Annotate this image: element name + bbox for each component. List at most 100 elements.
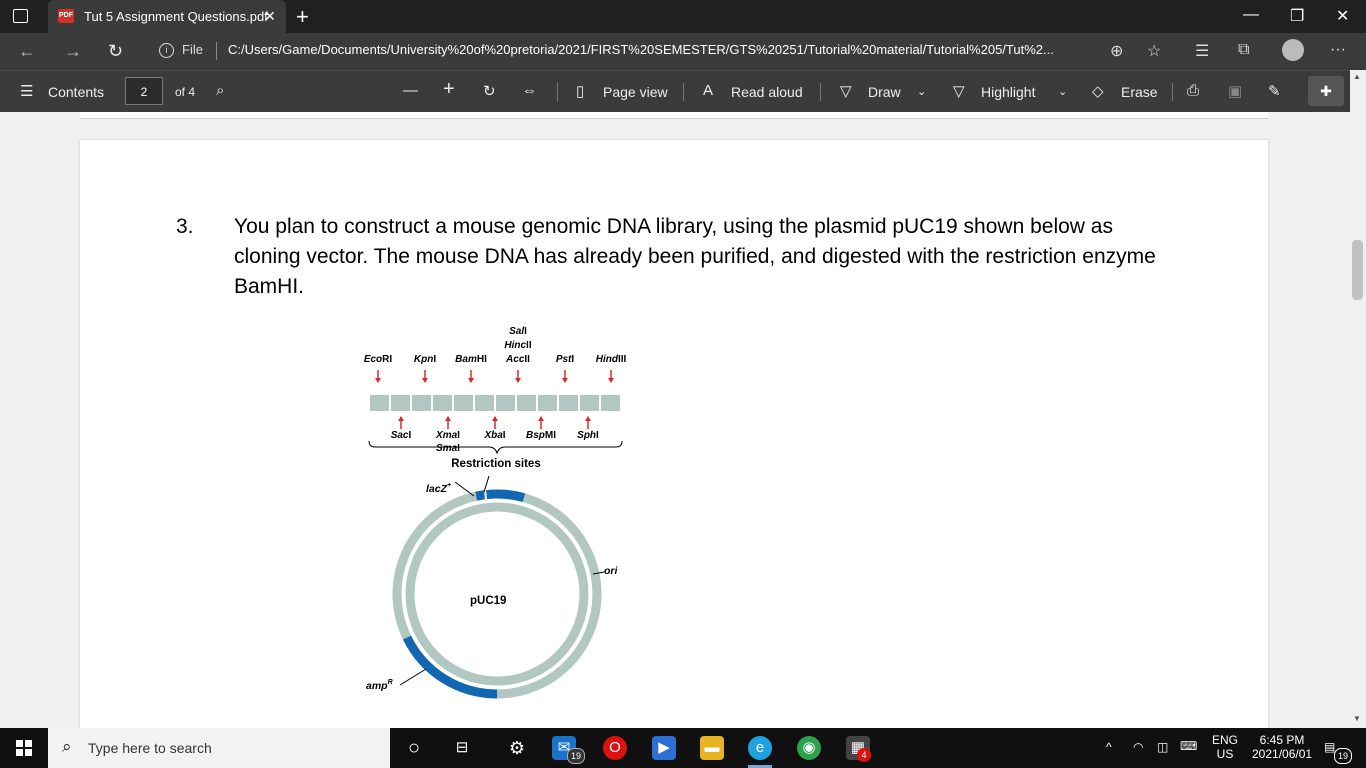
draw-icon[interactable]: ▽ [840, 82, 852, 100]
restriction-sites-label: Restriction sites [451, 458, 540, 470]
mcs-segment [517, 395, 536, 411]
media-player-icon[interactable]: ▶ [652, 736, 676, 760]
amp-leader-line [399, 668, 427, 686]
lacz-leader-line [483, 475, 490, 493]
site-arrow-top-head [608, 378, 614, 383]
contents-button[interactable]: Contents [48, 84, 104, 100]
rotate-icon[interactable]: ↻ [483, 82, 496, 100]
cortana-icon[interactable]: ○ [402, 736, 426, 760]
page-view-button[interactable]: Page view [603, 84, 668, 100]
erase-button[interactable]: Erase [1121, 84, 1158, 100]
site-label-top: BamHI [455, 354, 487, 365]
favorites-icon[interactable]: ☰ [1195, 41, 1209, 61]
mcs-segment [370, 395, 389, 411]
back-icon[interactable]: ← [18, 41, 36, 62]
highlight-icon[interactable]: ▽ [953, 82, 965, 100]
fit-width-icon[interactable]: ⇔ [522, 82, 537, 99]
taskbar-search-box[interactable]: ⌕ Type here to search [48, 728, 390, 768]
restore-icon[interactable]: ❐ [1290, 6, 1304, 26]
url-scheme-label: File [182, 42, 203, 57]
wifi-icon[interactable]: ◠ [1133, 740, 1143, 754]
scroll-up-icon[interactable]: ▲ [1353, 72, 1361, 81]
toolbar-separator [557, 83, 558, 101]
windows-start-icon[interactable] [16, 740, 32, 756]
site-label-top: KpnI [414, 354, 436, 365]
settings-gear-icon[interactable]: ⚙ [505, 736, 529, 760]
site-arrow-bottom-head [538, 416, 544, 421]
save-as-icon[interactable]: ✎ [1268, 82, 1281, 100]
url-separator [216, 42, 217, 60]
tab-close-icon[interactable]: ✕ [264, 8, 276, 25]
erase-icon[interactable]: ◇ [1092, 82, 1104, 100]
file-explorer-icon[interactable]: ▬ [700, 736, 724, 760]
pdf-viewer: 3. You plan to construct a mouse genomic… [0, 112, 1350, 728]
save-icon[interactable]: ▣ [1228, 82, 1242, 100]
page-view-icon[interactable]: ▯ [576, 82, 584, 100]
clock[interactable]: 6:45 PM 2021/06/01 [1252, 733, 1312, 761]
pdf-file-icon: PDF [58, 9, 74, 23]
search-doc-icon[interactable]: ⌕ [216, 82, 224, 99]
lacz-plus-leader-line [454, 481, 475, 497]
site-label-bottom: BspMI [526, 430, 556, 441]
search-icon: ⌕ [62, 737, 72, 756]
pdf-page: 3. You plan to construct a mouse genomic… [80, 140, 1268, 728]
more-icon[interactable]: ··· [1330, 41, 1346, 59]
previous-page [80, 112, 1268, 119]
scrollbar-thumb[interactable] [1352, 240, 1363, 300]
window-close-icon[interactable]: ✕ [1336, 6, 1349, 26]
highlight-chevron-down-icon[interactable]: ⌄ [1058, 85, 1067, 98]
tray-chevron-up-icon[interactable]: ^ [1106, 740, 1112, 754]
url-text[interactable]: C:/Users/Game/Documents/University%20of%… [228, 42, 1054, 57]
mail-badge: 19 [567, 748, 585, 764]
info-icon[interactable]: i [159, 43, 174, 58]
mcs-segment [580, 395, 599, 411]
read-aloud-icon[interactable]: A [703, 82, 713, 99]
tab-title: Tut 5 Assignment Questions.pdf [84, 9, 268, 24]
zoom-icon[interactable]: ⊕ [1110, 41, 1123, 61]
mcs-segment [433, 395, 452, 411]
forward-icon[interactable]: → [64, 41, 82, 62]
mcs-segment [538, 395, 557, 411]
vertical-scrollbar[interactable]: ▲ ▼ [1350, 70, 1366, 728]
speaker-icon[interactable]: ◫ [1157, 740, 1168, 754]
app-badge: 4 [857, 748, 871, 762]
ori-label: ori [604, 565, 619, 577]
site-arrow-bottom-head [445, 416, 451, 421]
minimize-icon[interactable]: — [1243, 6, 1259, 24]
site-arrow-top-head [562, 378, 568, 383]
chrome-icon[interactable]: ◉ [797, 736, 821, 760]
site-arrow-bottom-head [585, 416, 591, 421]
mcs-segment [475, 395, 494, 411]
mcs-segment [454, 395, 473, 411]
contents-icon[interactable]: ☰ [20, 82, 33, 100]
print-icon[interactable]: ⎙ [1187, 82, 1199, 99]
favorite-add-icon[interactable]: ☆ [1147, 41, 1161, 61]
new-tab-icon[interactable]: + [296, 4, 309, 30]
tab-actions-icon[interactable] [13, 9, 28, 23]
refresh-icon[interactable]: ↻ [108, 41, 123, 62]
page-number-input[interactable]: 2 [125, 77, 163, 105]
windows-taskbar: ⌕ Type here to search ○ ⊟ ⚙ ✉ 19 O ▶ ▬ e… [0, 728, 1366, 768]
mcs-segment [391, 395, 410, 411]
toolbar-separator [683, 83, 684, 101]
task-view-icon[interactable]: ⊟ [450, 736, 474, 760]
draw-button[interactable]: Draw [868, 84, 901, 100]
zoom-out-icon[interactable]: — [403, 82, 418, 99]
draw-chevron-down-icon[interactable]: ⌄ [917, 85, 926, 98]
highlight-button[interactable]: Highlight [981, 84, 1035, 100]
tab-active[interactable]: PDF Tut 5 Assignment Questions.pdf ✕ [48, 0, 286, 33]
pin-toolbar-icon[interactable]: ✚ [1308, 76, 1344, 106]
scroll-down-icon[interactable]: ▼ [1353, 714, 1361, 723]
keyboard-icon[interactable]: ⌨ [1180, 739, 1197, 753]
restriction-site-map: EcoRI KpnI BamHI AccII PstI HindIII SalI HincII… [364, 326, 627, 454]
collections-icon[interactable]: ⧉ [1238, 41, 1249, 59]
zoom-in-icon[interactable]: + [443, 78, 455, 101]
edge-browser-icon[interactable]: e [748, 736, 772, 760]
read-aloud-button[interactable]: Read aloud [731, 84, 803, 100]
url-field[interactable]: i File C:/Users/Game/Documents/Universit… [146, 37, 1146, 65]
site-label-bottom: SacI [391, 430, 412, 441]
site-bracket [368, 440, 623, 455]
profile-avatar[interactable] [1282, 39, 1304, 61]
language-indicator[interactable]: ENG US [1212, 733, 1238, 761]
opera-icon[interactable]: O [603, 736, 627, 760]
